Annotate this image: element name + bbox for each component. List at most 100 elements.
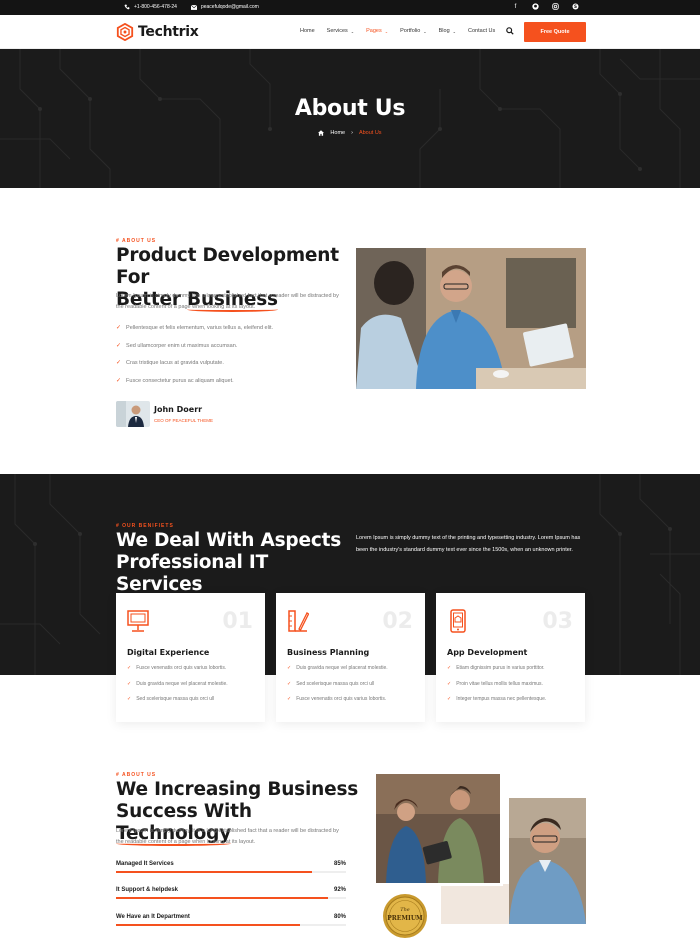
list-item: ✓ Fusce venenatis orci quis varius lobort… <box>127 665 228 681</box>
list-item: ✓ Etiam dignissim purus in varius porttit… <box>447 665 546 681</box>
card-number: 02 <box>382 609 413 634</box>
skill-bar: We Have an It Department 80% <box>116 914 346 926</box>
check-icon: ✓ <box>127 696 132 703</box>
check-icon: ✓ <box>116 360 122 366</box>
growth-lead: Lorem Ipsum is simply dummy It is a long… <box>116 828 339 845</box>
contact-info: +1-800-456-478-24 peacefulqode@gmail.com <box>124 4 259 10</box>
check-icon: ✓ <box>447 680 452 687</box>
list-item-text: Fusce venenatis orci quis varius loborti… <box>136 665 227 671</box>
breadcrumb: Home › About Us <box>0 130 700 136</box>
skill-label: It Support & helpdesk <box>116 887 179 893</box>
skill-bar: It Support & helpdesk 92% <box>116 887 346 899</box>
card-list: ✓ Duis gravida neque vel placerat molesti… <box>287 665 388 712</box>
phone-icon <box>124 4 130 10</box>
list-item: ✓ Proin vitae tellus mollis tellus maximu… <box>447 681 546 697</box>
list-item: ✓ Sed scelerisque massa quis orci ull <box>127 696 228 712</box>
page-title: About Us <box>294 96 406 121</box>
check-icon: ✓ <box>116 342 122 349</box>
list-item: ✓ Sed scelerisque massa quis orci ull <box>287 681 388 697</box>
heading-text: Success With <box>116 801 252 822</box>
check-icon: ✓ <box>287 696 292 703</box>
chevron-down-icon: ⌄ <box>350 28 355 34</box>
instagram-icon[interactable] <box>552 3 559 11</box>
skill-fill <box>116 897 328 899</box>
email-link[interactable]: peacefulqode@gmail.com <box>190 4 259 10</box>
skill-percent: 80% <box>333 914 346 920</box>
about-eyebrow: # ABOUT US <box>116 238 157 244</box>
nav-item-services[interactable]: Services ⌄ <box>327 28 354 34</box>
nav-label: Pages <box>366 28 382 34</box>
breadcrumb-current: About Us <box>358 130 382 136</box>
skill-track <box>116 897 346 899</box>
nav-label: Services <box>326 28 348 34</box>
team-photo <box>373 771 503 886</box>
brand-logo[interactable]: Techtrix <box>116 23 199 41</box>
skill-fill <box>116 871 312 873</box>
list-item-text: Duis gravida neque vel placerat molestie… <box>296 665 388 671</box>
list-item-text: Duis gravida neque vel placerat molestie… <box>136 680 228 687</box>
check-icon: ✓ <box>116 325 122 331</box>
about-lead: Lorem Ipsum is simply dummy It is a long… <box>116 293 339 310</box>
list-item-text: Integer tempus massa nec pellentesque. <box>456 696 547 703</box>
pen-ruler-icon <box>288 610 309 632</box>
author-avatar <box>116 401 150 427</box>
chevron-down-icon: ⌄ <box>423 28 427 34</box>
meeting-photo <box>356 248 586 389</box>
brand-name: Techtrix <box>138 24 199 40</box>
list-item-text: Fusce consectetur purus ac aliquam aliqu… <box>126 377 234 384</box>
skill-percent: 85% <box>333 861 346 867</box>
nav-label: Home <box>300 28 315 34</box>
benefits-eyebrow: # OUR BENIFIETS <box>116 523 174 529</box>
nav-item-pages[interactable]: Pages ⌄ <box>366 28 388 34</box>
check-icon: ✓ <box>116 377 122 384</box>
main-navbar: Techtrix Home Services ⌄ Pages ⌄ Portfolio… <box>0 15 700 49</box>
benefits-lead: Lorem Ipsum is simply dummy text of the … <box>356 535 581 553</box>
benefits-heading-line1: We Deal With Aspects <box>116 530 342 551</box>
monitor-icon <box>127 610 149 632</box>
author-meta: John Doerr CEO OF PEACEFUL THEME <box>154 405 213 423</box>
free-quote-button[interactable]: Free Quote <box>524 22 586 42</box>
chevron-down-icon: ⌄ <box>452 28 457 34</box>
skill-fill <box>116 924 300 926</box>
list-item: ✓ Cras tristique lacus at gravida vulputa… <box>116 360 273 378</box>
phone-text: +1-800-456-478-24 <box>134 4 177 10</box>
badge-top-text: The <box>400 907 410 913</box>
badge-text: PREMIUM <box>387 915 423 922</box>
nav-item-contact[interactable]: Contact Us <box>468 28 495 34</box>
check-icon: ✓ <box>127 665 132 671</box>
search-icon[interactable] <box>506 27 514 35</box>
list-item-text: Sed ullamcorper enim ut maximus accumsan… <box>126 342 238 349</box>
service-card[interactable]: 01 Digital Experience ✓ Fusce venenatis o… <box>116 593 265 722</box>
list-item: ✓ Pellentesque et felis elementum, varius… <box>116 325 273 343</box>
service-card[interactable]: 02 Business Planning ✓ Duis gravida neque… <box>276 593 425 722</box>
about-heading-line1: Product Development For <box>116 245 339 288</box>
skill-percent: 92% <box>333 887 346 893</box>
list-item-text: Sed scelerisque massa quis orci ull <box>296 680 375 687</box>
check-icon: ✓ <box>447 665 452 671</box>
breadcrumb-home[interactable]: Home <box>330 130 345 136</box>
nav-item-blog[interactable]: Blog ⌄ <box>439 28 456 34</box>
chevron-down-icon: ⌄ <box>384 28 389 34</box>
card-number: 03 <box>542 609 573 634</box>
list-item-text: Cras tristique lacus at gravida vulputat… <box>126 360 224 366</box>
nav-label: Blog <box>438 28 450 34</box>
list-item-text: Sed scelerisque massa quis orci ull <box>136 696 215 703</box>
skill-track <box>116 924 346 926</box>
growth-eyebrow: # ABOUT US <box>116 772 157 778</box>
skype-icon[interactable]: S <box>572 3 579 11</box>
list-item-text: Proin vitae tellus mollis tellus maximus… <box>456 680 543 687</box>
service-card[interactable]: 03 App Development ✓ Etiam dignissim puru… <box>436 593 585 722</box>
facebook-icon[interactable]: f <box>512 3 519 11</box>
phone-link[interactable]: +1-800-456-478-24 <box>124 4 177 10</box>
list-item: ✓ Integer tempus massa nec pellentesque. <box>447 696 546 712</box>
benefits-heading-line2: Professional IT Services <box>116 552 269 595</box>
growth-heading-line1: We Increasing Business <box>116 779 359 800</box>
nav-item-portfolio[interactable]: Portfolio ⌄ <box>400 28 427 34</box>
list-item: ✓ Duis gravida neque vel placerat molesti… <box>287 665 388 681</box>
top-bar: +1-800-456-478-24 peacefulqode@gmail.com… <box>0 0 700 15</box>
nav-item-home[interactable]: Home <box>300 28 315 34</box>
github-icon[interactable] <box>532 3 539 11</box>
skill-label: We Have an It Department <box>116 914 190 920</box>
nav-label: Contact Us <box>468 28 496 34</box>
mobile-app-icon <box>450 609 466 633</box>
